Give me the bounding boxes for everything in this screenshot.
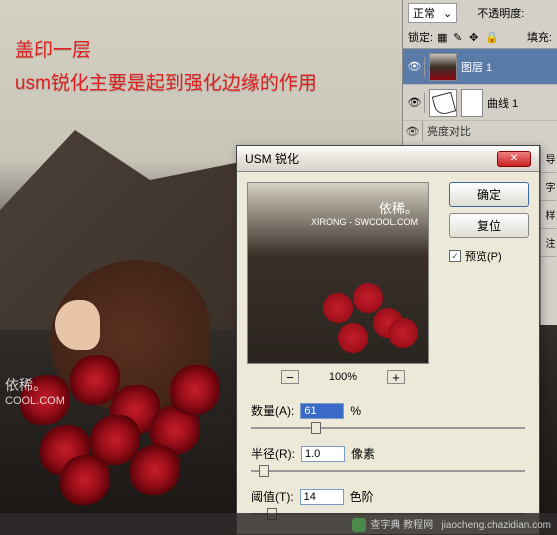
preview-checkbox-label: 预览(P) (465, 248, 502, 264)
radius-slider[interactable] (251, 464, 525, 478)
slider-thumb[interactable] (311, 422, 321, 434)
close-button[interactable]: ✕ (497, 151, 531, 167)
curves-adjustment-icon[interactable] (429, 89, 457, 117)
minus-icon: − (286, 370, 294, 385)
preview-watermark: 依稀。 XIRONG - SWCOOL.COM (311, 198, 418, 227)
visibility-eye-icon[interactable]: 👁 (405, 93, 425, 113)
preview-image[interactable]: 依稀。 XIRONG - SWCOOL.COM (247, 182, 429, 364)
tool-tab[interactable]: 导 (541, 145, 556, 173)
watermark-name: 依稀。 (5, 375, 47, 395)
fill-label: 填充: (527, 29, 552, 45)
zoom-out-button[interactable]: − (281, 370, 299, 384)
visibility-eye-icon[interactable]: 👁 (403, 121, 423, 141)
layer-item-1[interactable]: 👁 图层 1 (403, 49, 557, 85)
usm-sharpen-dialog: USM 锐化 ✕ 依稀。 XIRONG - SWCOOL.COM − 100% … (236, 145, 540, 535)
footer-site: jiaocheng.chazidian.com (441, 520, 551, 531)
tool-tab[interactable]: 注 (541, 229, 556, 257)
footer-watermark: 查字典 教程网 jiaocheng.chazidian.com (0, 513, 557, 535)
radius-unit: 像素 (351, 445, 375, 462)
layer-name: 曲线 1 (487, 95, 518, 111)
annotation-line2: usm锐化主要是起到强化边缘的作用 (15, 68, 317, 95)
layer-mask-thumbnail[interactable] (461, 89, 483, 117)
amount-unit: % (350, 404, 361, 418)
right-tool-strip: 导 字 样 注 (540, 145, 557, 325)
threshold-input[interactable] (300, 489, 344, 505)
watermark-url-short: COOL.COM (5, 395, 65, 407)
lock-all-icon[interactable]: 🔒 (485, 31, 497, 43)
layers-panel: 正常 ⌄ 不透明度: 锁定: ▦ ✎ ✥ 🔒 填充: 👁 图层 1 👁 曲线 1… (402, 0, 557, 145)
blend-mode-dropdown[interactable]: 正常 ⌄ (408, 3, 457, 23)
amount-label: 数量(A): (251, 402, 294, 419)
footer-logo-icon (352, 518, 366, 532)
layer-item-curves[interactable]: 👁 曲线 1 (403, 85, 557, 121)
radius-input[interactable] (301, 446, 345, 462)
opacity-label: 不透明度: (477, 5, 524, 21)
layer-name: 图层 1 (461, 59, 492, 75)
dialog-titlebar[interactable]: USM 锐化 ✕ (237, 146, 539, 172)
amount-slider[interactable] (251, 421, 525, 435)
ok-button[interactable]: 确定 (449, 182, 529, 207)
reset-button[interactable]: 复位 (449, 213, 529, 238)
threshold-label: 阈值(T): (251, 488, 294, 505)
lock-label: 锁定: (408, 29, 433, 45)
dialog-title: USM 锐化 (245, 150, 299, 167)
layer-item-truncated[interactable]: 👁 亮度对比 (403, 121, 557, 141)
layer-name-truncated: 亮度对比 (427, 123, 471, 139)
slider-thumb[interactable] (259, 465, 269, 477)
radius-label: 半径(R): (251, 445, 295, 462)
plus-icon: + (392, 370, 400, 385)
lock-move-icon[interactable]: ✥ (469, 31, 481, 43)
blend-mode-value: 正常 (413, 5, 435, 21)
layer-thumbnail[interactable] (429, 53, 457, 81)
photo-face (55, 300, 100, 350)
close-icon: ✕ (510, 153, 518, 164)
zoom-in-button[interactable]: + (387, 370, 405, 384)
annotation-line1: 盖印一层 (15, 35, 91, 62)
visibility-eye-icon[interactable]: 👁 (405, 57, 425, 77)
tool-tab[interactable]: 样 (541, 201, 556, 229)
footer-brand: 查字典 教程网 (370, 520, 433, 531)
chevron-down-icon: ⌄ (443, 7, 452, 20)
amount-input[interactable] (300, 403, 344, 419)
threshold-unit: 色阶 (350, 488, 374, 505)
lock-brush-icon[interactable]: ✎ (453, 31, 465, 43)
lock-transparency-icon[interactable]: ▦ (437, 31, 449, 43)
preview-checkbox[interactable]: ✓ (449, 250, 461, 262)
zoom-level: 100% (329, 371, 357, 383)
tool-tab[interactable]: 字 (541, 173, 556, 201)
